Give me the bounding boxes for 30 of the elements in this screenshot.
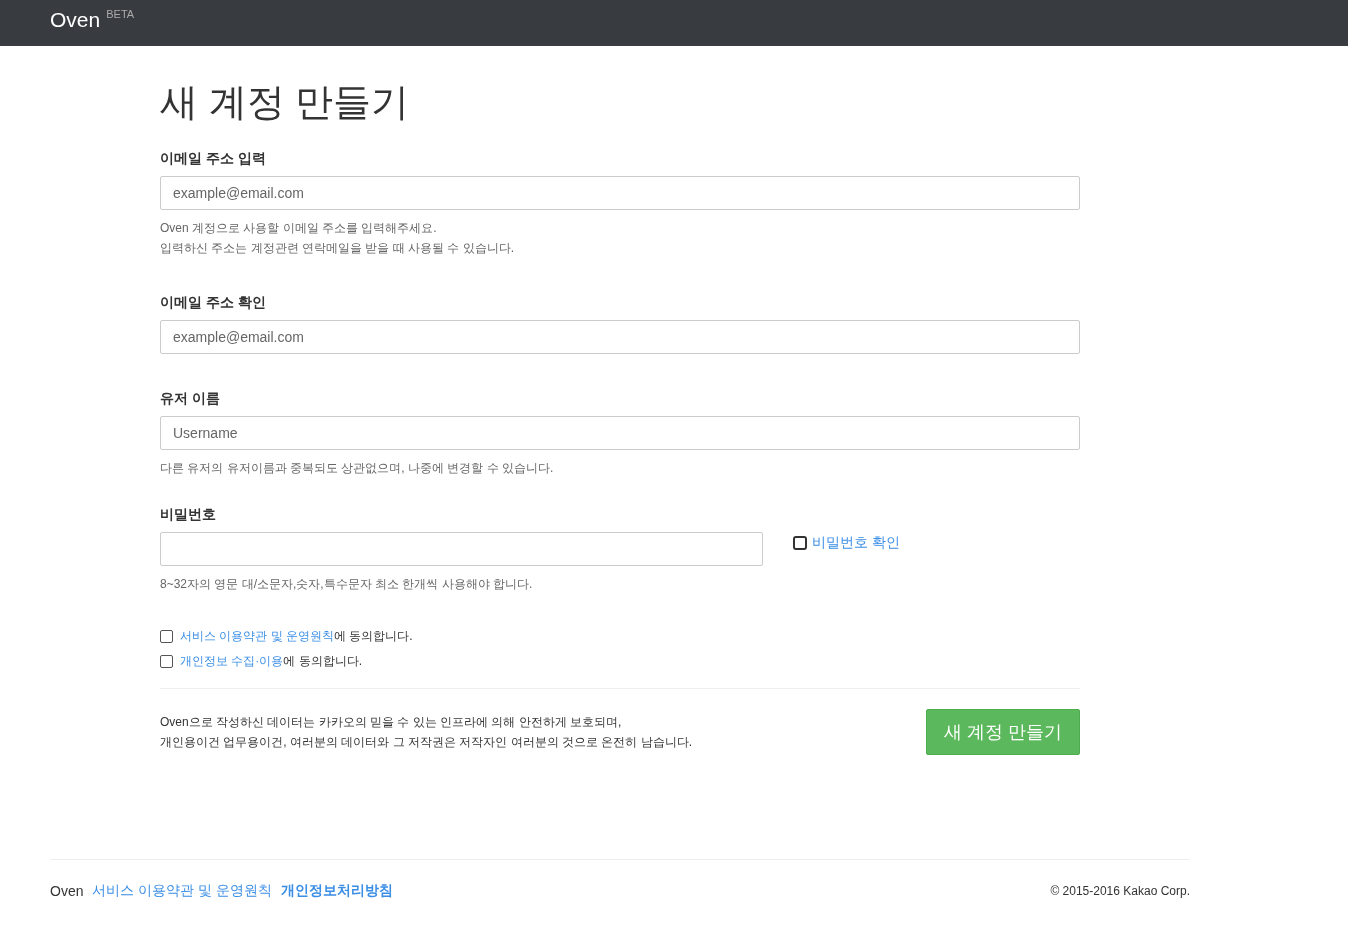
input-field[interactable]: Username <box>160 415 1080 450</box>
checkbox[interactable] <box>793 535 807 550</box>
footer-link[interactable]: 개인정보처리방침 <box>281 881 394 900</box>
footer-brand: Oven <box>50 882 84 899</box>
password-field[interactable] <box>160 531 763 566</box>
notice-text: Oven으로 작성하신 데이터는 카카오의 믿을 수 있는 인프라에 의해 안전하게 보호되며, <box>160 713 623 731</box>
field-label: 비밀번호 <box>160 505 217 524</box>
help-text: 다른 유저의 유저이름과 중복되도 상관없으며, 나중에 변경할 수 있습니다. <box>160 459 555 477</box>
notice-text: 개인용이건 업무용이건, 여러분의 데이터와 그 저작권은 저작자인 여러분의 것으로 온전히 남습니다. <box>160 733 692 751</box>
agreement-text: 개인정보 수집·이용에 동의합니다. <box>180 652 362 670</box>
copyright-text: © 2015-2016 Kakao Corp. <box>1050 883 1190 898</box>
field-label: 이메일 주소 확인 <box>160 293 267 312</box>
terms-link[interactable]: 서비스 이용약관 및 운영원칙 <box>180 628 334 643</box>
field-label: 이메일 주소 입력 <box>160 149 267 168</box>
footer-link[interactable]: 서비스 이용약관 및 운영원칙 <box>92 881 273 900</box>
help-text: 8~32자의 영문 대/소문자,숫자,특수문자 최소 한개씩 사용해야 합니다. <box>160 575 534 593</box>
create-account-button[interactable]: 새 계정 만들기 <box>926 708 1080 755</box>
help-text: Oven 계정으로 사용할 이메일 주소를 입력해주세요. <box>160 219 438 237</box>
beta-label: BETA <box>106 8 135 20</box>
help-text: 입력하신 주소는 계정관련 연락메일을 받을 때 사용될 수 있습니다. <box>160 239 515 257</box>
show-password-link[interactable]: 비밀번호 확인 <box>812 533 900 552</box>
agreement-text: 서비스 이용약관 및 운영원칙에 동의합니다. <box>180 627 413 645</box>
checkbox[interactable] <box>160 654 173 668</box>
page-title: 새 계정 만들기 <box>160 80 411 125</box>
terms-link[interactable]: 개인정보 수집·이용 <box>180 653 284 668</box>
input-field[interactable]: example@email.com <box>160 319 1080 354</box>
checkbox[interactable] <box>160 629 173 643</box>
input-field[interactable]: example@email.com <box>160 175 1080 210</box>
field-label: 유저 이름 <box>160 389 221 408</box>
brand-logo[interactable]: Oven <box>50 8 101 32</box>
